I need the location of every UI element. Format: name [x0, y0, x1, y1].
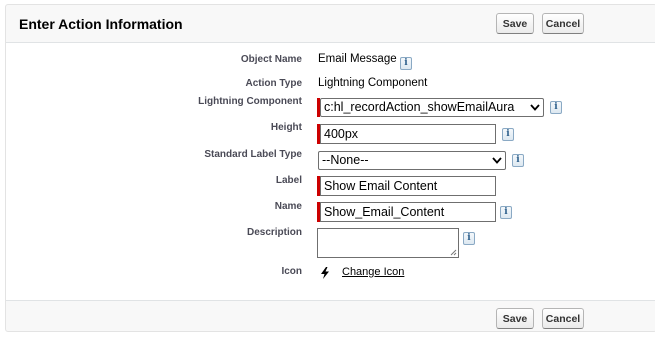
description-label: Description	[246, 227, 302, 238]
lightning-component-label: Lightning Component	[198, 96, 302, 107]
action-type-label: Action Type	[245, 78, 302, 89]
lightning-bolt-icon	[321, 267, 329, 279]
name-input[interactable]: Show_Email_Content	[320, 202, 496, 222]
form-body: Object Name Email Message i Action Type …	[6, 43, 655, 300]
icon-label: Icon	[281, 266, 302, 277]
standard-label-type-label: Standard Label Type	[204, 149, 302, 160]
standard-label-type-info-icon[interactable]: i	[512, 154, 524, 167]
footer-cancel-button[interactable]: Cancel	[542, 308, 584, 329]
name-info-icon[interactable]: i	[500, 206, 512, 219]
standard-label-type-selected-value: --None--	[322, 153, 369, 167]
action-type-value: Lightning Component	[318, 77, 428, 89]
standard-label-type-select[interactable]: --None--	[318, 151, 506, 170]
object-name-info-icon[interactable]: i	[400, 57, 412, 70]
name-field-label: Name	[274, 201, 302, 212]
label-field-label: Label	[275, 175, 302, 186]
resize-grip-icon[interactable]	[450, 249, 457, 256]
panel-footer: Save Cancel	[6, 300, 655, 333]
cancel-button[interactable]: Cancel	[542, 13, 584, 34]
page-title: Enter Action Information	[19, 16, 183, 32]
change-icon-link[interactable]: Change Icon	[342, 266, 404, 278]
object-name-value: Email Message	[318, 53, 397, 65]
lightning-component-select[interactable]: c:hl_recordAction_showEmailAura	[320, 98, 544, 117]
chevron-down-icon	[492, 157, 502, 164]
chevron-down-icon	[530, 104, 540, 111]
height-info-icon[interactable]: i	[502, 128, 514, 141]
footer-save-button[interactable]: Save	[496, 308, 534, 329]
description-info-icon[interactable]: i	[463, 232, 475, 245]
lightning-component-selected-value: c:hl_recordAction_showEmailAura	[324, 100, 515, 114]
label-input[interactable]: Show Email Content	[320, 176, 496, 196]
height-input[interactable]: 400px	[320, 124, 496, 144]
panel-header: Enter Action Information Save Cancel	[6, 5, 655, 43]
save-button[interactable]: Save	[496, 13, 534, 34]
lightning-component-info-icon[interactable]: i	[550, 101, 562, 114]
object-name-label: Object Name	[240, 54, 302, 65]
description-textarea[interactable]	[317, 228, 459, 258]
action-info-panel: Enter Action Information Save Cancel Obj…	[5, 4, 655, 332]
height-label: Height	[270, 122, 302, 133]
